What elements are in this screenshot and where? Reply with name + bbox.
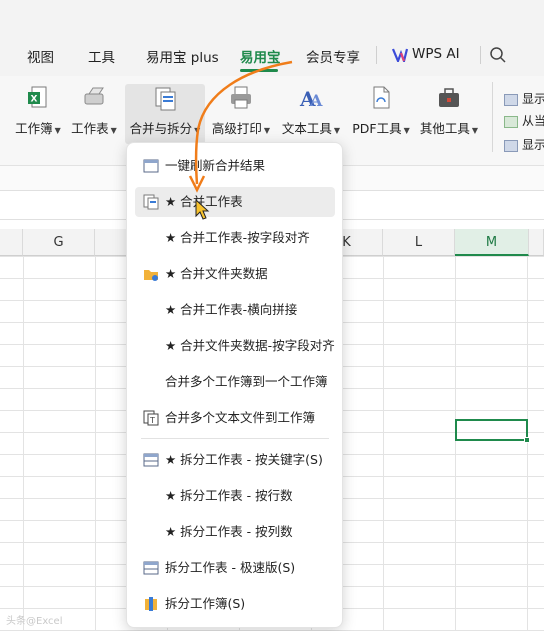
- tab-member[interactable]: 会员专享: [306, 46, 360, 66]
- folder-icon: [144, 270, 158, 281]
- tab-view[interactable]: 视图: [27, 46, 54, 66]
- ribbon-divider: [492, 82, 493, 152]
- menu-item-merge-by-field[interactable]: ★ 合并工作表-按字段对齐: [135, 223, 335, 253]
- split-sheet-icon: [143, 453, 159, 467]
- split-workbook-icon: [145, 597, 157, 611]
- printer-icon: [231, 86, 251, 109]
- worksheet-label: 工作表: [71, 121, 109, 136]
- corner-header: [0, 229, 23, 256]
- toolbox-icon: [439, 88, 459, 107]
- watermark: 头条@Excel: [6, 616, 63, 627]
- ribbon-right-item-2[interactable]: 从当: [504, 112, 544, 129]
- workbook-label: 工作簿: [15, 121, 53, 136]
- wps-ai-logo-icon: [392, 48, 408, 62]
- display-icon: [504, 93, 518, 106]
- selected-cell[interactable]: [455, 419, 528, 441]
- other-tools-button[interactable]: 其他工具 ▼: [418, 84, 480, 144]
- other-tools-label: 其他工具: [419, 121, 470, 136]
- menu-item-merge-workbooks[interactable]: 合并多个工作簿到一个工作簿: [135, 367, 335, 397]
- pdf-tool-label: PDF工具: [352, 121, 402, 136]
- menu-item-split-workbook[interactable]: 拆分工作簿(S): [135, 589, 335, 619]
- menu-item-merge-folder-by-field[interactable]: ★ 合并文件夹数据-按字段对齐: [135, 331, 335, 361]
- merge-sheet-icon: [143, 194, 159, 210]
- worksheet-button[interactable]: 工作表 ▼: [68, 84, 120, 144]
- menu-divider: [141, 438, 329, 439]
- text-tool-icon: A A: [299, 87, 323, 111]
- merge-split-dropdown-menu: 一键刷新合并结果 ★ 合并工作表 ★ 合并工作表-按字段对齐 ★ 合并文件夹数据…: [126, 142, 343, 628]
- active-tab-underline: [240, 69, 278, 72]
- text-tool-label: 文本工具: [281, 121, 332, 136]
- menu-item-merge-folder[interactable]: ★ 合并文件夹数据: [135, 259, 335, 289]
- from-current-icon: [504, 115, 518, 128]
- text-file-merge-icon: T: [143, 410, 159, 426]
- tab-divider: [480, 46, 481, 64]
- ribbon-right-item-3[interactable]: 显示: [504, 136, 544, 153]
- merge-split-icon: [155, 87, 176, 111]
- ribbon-tab-bar: 视图 工具 易用宝 plus 易用宝 会员专享 WPS AI: [0, 0, 544, 76]
- advanced-print-label: 高级打印: [211, 121, 262, 136]
- refresh-window-icon: [143, 159, 159, 173]
- split-fast-icon: [143, 561, 159, 575]
- tab-easy[interactable]: 易用宝: [240, 46, 281, 66]
- tab-tools[interactable]: 工具: [88, 46, 115, 66]
- menu-item-merge-sheets[interactable]: ★ 合并工作表: [135, 187, 335, 217]
- pdf-tool-button[interactable]: PDF工具 ▼: [350, 84, 412, 144]
- menu-item-merge-horizontal[interactable]: ★ 合并工作表-横向拼接: [135, 295, 335, 325]
- tab-wps-ai[interactable]: WPS AI: [412, 46, 460, 62]
- menu-item-merge-text-files[interactable]: T 合并多个文本文件到工作簿: [135, 403, 335, 433]
- ribbon-right-item-1[interactable]: 显示: [504, 90, 544, 107]
- menu-item-split-by-columns[interactable]: ★ 拆分工作表 - 按列数: [135, 517, 335, 547]
- column-header[interactable]: [529, 229, 544, 256]
- svg-text:T: T: [149, 416, 155, 425]
- merge-split-button[interactable]: 合并与拆分 ▼: [125, 84, 205, 144]
- menu-item-split-by-rows[interactable]: ★ 拆分工作表 - 按行数: [135, 481, 335, 511]
- column-header-g[interactable]: G: [23, 229, 95, 256]
- menu-item-refresh-merge[interactable]: 一键刷新合并结果: [135, 151, 335, 181]
- menu-item-split-fast[interactable]: 拆分工作表 - 极速版(S): [135, 553, 335, 583]
- column-header-l[interactable]: L: [383, 229, 455, 256]
- tab-divider: [376, 46, 377, 64]
- text-tool-button[interactable]: A A 文本工具 ▼: [280, 84, 342, 144]
- search-icon[interactable]: [489, 46, 507, 64]
- merge-split-label: 合并与拆分: [129, 121, 193, 136]
- svg-text:X: X: [31, 95, 38, 105]
- svg-text:A: A: [309, 91, 323, 110]
- display-icon: [504, 139, 518, 152]
- excel-workbook-icon: X: [28, 86, 47, 108]
- pdf-tool-icon: [373, 86, 390, 109]
- column-header-m[interactable]: M: [455, 229, 529, 256]
- menu-item-split-by-keyword[interactable]: ★ 拆分工作表 - 按关键字(S): [135, 445, 335, 475]
- advanced-print-button[interactable]: 高级打印 ▼: [210, 84, 272, 144]
- eraser-sheet-icon: [84, 87, 104, 105]
- tab-easy-plus[interactable]: 易用宝 plus: [146, 46, 219, 66]
- workbook-button[interactable]: X 工作簿 ▼: [12, 84, 64, 144]
- fill-handle[interactable]: [524, 437, 530, 443]
